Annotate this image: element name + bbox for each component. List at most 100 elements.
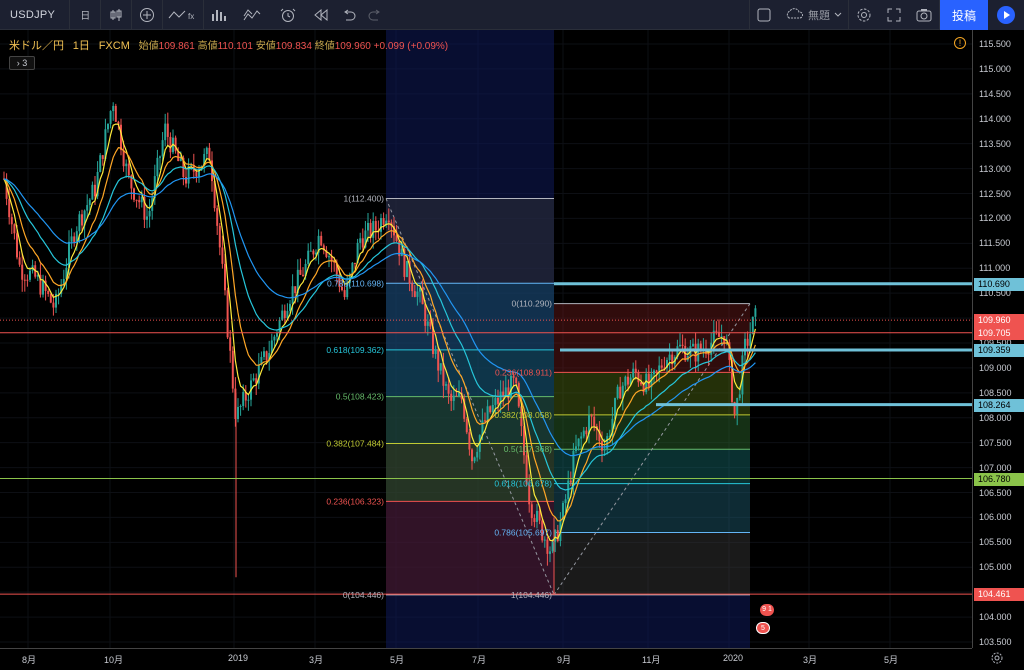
bar-style-icon[interactable] xyxy=(101,0,131,30)
candle-body xyxy=(221,247,224,264)
candle-body xyxy=(434,349,437,355)
top-toolbar: USDJPY 日 fx 無題 投稿 xyxy=(0,0,1024,30)
candle-body xyxy=(218,225,221,248)
candle-body xyxy=(166,123,169,137)
candle-body xyxy=(127,163,130,176)
symbol-search-button[interactable]: USDJPY xyxy=(0,0,69,30)
candle-body xyxy=(530,504,533,519)
candle-body xyxy=(122,150,125,167)
price-axis[interactable]: 115.500 115.000 114.500 114.000 113.500 113.0… xyxy=(972,30,1024,648)
candle-body xyxy=(497,397,499,404)
undo-icon[interactable] xyxy=(336,0,362,30)
candle-body xyxy=(312,250,315,255)
price-tag: 109.359 xyxy=(974,344,1024,358)
candle-body xyxy=(658,365,661,371)
candle-body xyxy=(549,551,551,554)
price-tick: 111.000 xyxy=(979,263,1011,274)
candle-body xyxy=(195,171,198,177)
candle-body xyxy=(309,250,312,252)
candle-body xyxy=(351,262,354,274)
candle-body xyxy=(494,397,497,405)
collapse-indicators-button[interactable]: › 3 xyxy=(9,56,35,70)
alert-clock-icon[interactable] xyxy=(270,0,306,30)
time-axis[interactable]: 8月 10月 2019 3月 5月 7月 9月 11月 2020 3月 5月 xyxy=(0,648,972,670)
symbol-legend[interactable]: 米ドル／円 1日 FXCM 始値109.861 高値110.101 安値109.… xyxy=(9,37,448,53)
candle-body xyxy=(247,399,250,401)
redo-icon[interactable] xyxy=(362,0,388,30)
fib-level-label: 0.236(106.323) xyxy=(326,496,384,506)
candle-body xyxy=(744,338,746,356)
candle-body xyxy=(619,386,622,399)
candle-body xyxy=(23,279,26,281)
legend-interval: 1日 xyxy=(72,40,90,52)
gear-icon[interactable] xyxy=(849,0,879,30)
candle-body xyxy=(707,353,710,355)
candle-body xyxy=(484,420,486,422)
low-label: 安値 xyxy=(255,41,276,52)
layout-menu[interactable]: 無題 xyxy=(778,0,848,30)
indicators-icon[interactable]: fx xyxy=(163,0,203,30)
candle-body xyxy=(601,441,603,451)
patterns-icon[interactable] xyxy=(234,0,270,30)
price-tick: 115.000 xyxy=(979,63,1011,74)
event-badge[interactable]: 9 1 xyxy=(760,604,774,616)
candle-body xyxy=(185,177,187,184)
fib-band xyxy=(386,501,554,595)
candle-body xyxy=(450,393,453,401)
candle-body xyxy=(169,136,172,153)
candle-body xyxy=(328,256,330,258)
open-value: 109.861 xyxy=(158,41,195,52)
candle-body xyxy=(205,147,208,154)
replay-icon[interactable] xyxy=(306,0,336,30)
candle-body xyxy=(29,270,31,280)
time-tick: 8月 xyxy=(22,655,37,665)
candle-body xyxy=(406,261,408,277)
candle-body xyxy=(91,184,94,200)
candle-body xyxy=(471,449,473,462)
candle-body xyxy=(465,418,468,433)
price-tick: 106.000 xyxy=(979,512,1012,523)
candle-body xyxy=(70,236,73,242)
interval-button[interactable]: 日 xyxy=(70,0,100,30)
candle-body xyxy=(400,248,403,257)
fullscreen-square-icon[interactable] xyxy=(750,0,778,30)
alert-icon[interactable]: ! xyxy=(954,37,966,49)
badge-label: 9 1 xyxy=(762,606,772,613)
candle-body xyxy=(367,222,369,231)
candle-body xyxy=(361,238,364,248)
candle-body xyxy=(627,376,629,385)
fib-level-label: 0.5(108.423) xyxy=(336,392,384,402)
fib-level-label: 1(104.446) xyxy=(511,590,552,600)
templates-icon[interactable] xyxy=(204,0,234,30)
camera-icon[interactable] xyxy=(909,0,939,30)
candle-body xyxy=(564,499,567,504)
candle-body xyxy=(580,436,583,439)
flag-badge[interactable]: 5 xyxy=(756,622,770,634)
candle-body xyxy=(546,539,549,554)
chart-pane[interactable]: 1(112.400) 0.786(110.698) 0.618(109.362) 0.… xyxy=(0,30,972,648)
svg-text:fx: fx xyxy=(188,12,194,21)
price-tick: 114.000 xyxy=(979,113,1011,124)
time-tick: 5月 xyxy=(884,655,899,665)
axis-settings-icon[interactable] xyxy=(990,651,1004,670)
candle-body xyxy=(380,218,382,232)
post-button[interactable]: 投稿 xyxy=(940,0,988,30)
candle-body xyxy=(125,163,128,167)
fib-level-label: 0.618(109.362) xyxy=(326,345,384,355)
candle-body xyxy=(242,392,245,407)
candle-body xyxy=(616,386,619,399)
candle-body xyxy=(551,541,554,552)
candle-body xyxy=(252,378,255,381)
candle-body xyxy=(590,415,593,417)
fullscreen-icon[interactable] xyxy=(879,0,909,30)
price-tick: 115.500 xyxy=(979,39,1011,49)
candle-body xyxy=(424,304,427,326)
fib-band xyxy=(554,532,750,595)
candle-body xyxy=(114,105,117,122)
candle-body xyxy=(655,370,658,372)
compare-icon[interactable] xyxy=(132,0,162,30)
fib-level-label: 0.618(106.678) xyxy=(494,479,552,489)
price-tick: 104.000 xyxy=(979,612,1012,623)
play-icon[interactable] xyxy=(988,0,1024,30)
candle-body xyxy=(416,291,419,297)
